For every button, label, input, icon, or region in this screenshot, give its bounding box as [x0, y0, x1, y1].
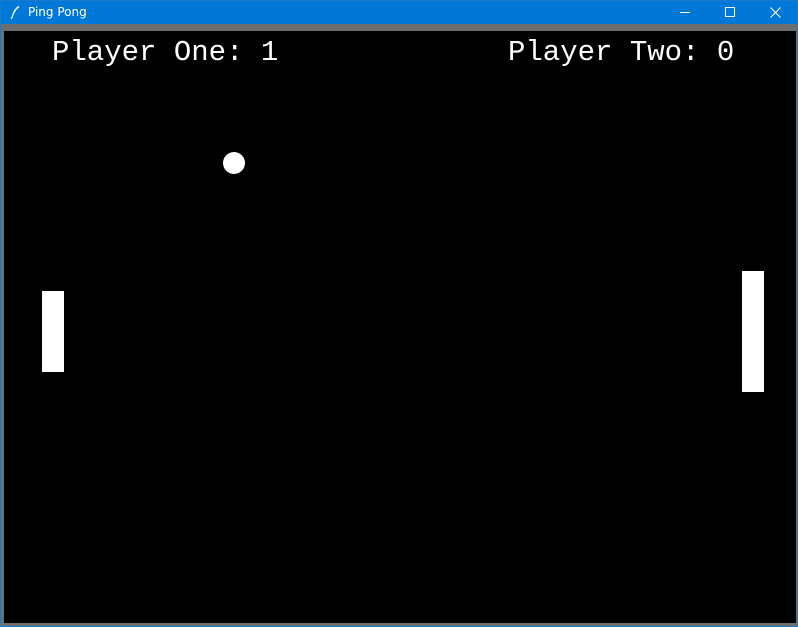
window-title: Ping Pong: [28, 5, 87, 19]
right-paddle: [742, 271, 764, 392]
close-button[interactable]: [753, 1, 798, 24]
game-canvas[interactable]: Player One: 1 Player Two: 0: [4, 31, 796, 623]
close-icon: [770, 7, 781, 18]
maximize-icon: [725, 7, 735, 17]
title-bar[interactable]: Ping Pong: [1, 1, 797, 24]
game-window: Ping Pong Player One: 1 Player Two: 0: [0, 0, 798, 627]
minimize-button[interactable]: [663, 1, 709, 24]
ball: [223, 152, 245, 174]
player-two-score: Player Two: 0: [508, 36, 735, 69]
maximize-button[interactable]: [708, 1, 754, 24]
player-one-score: Player One: 1: [52, 36, 279, 69]
minimize-icon: [680, 12, 690, 13]
left-paddle: [42, 291, 64, 372]
feather-icon: [9, 5, 21, 20]
